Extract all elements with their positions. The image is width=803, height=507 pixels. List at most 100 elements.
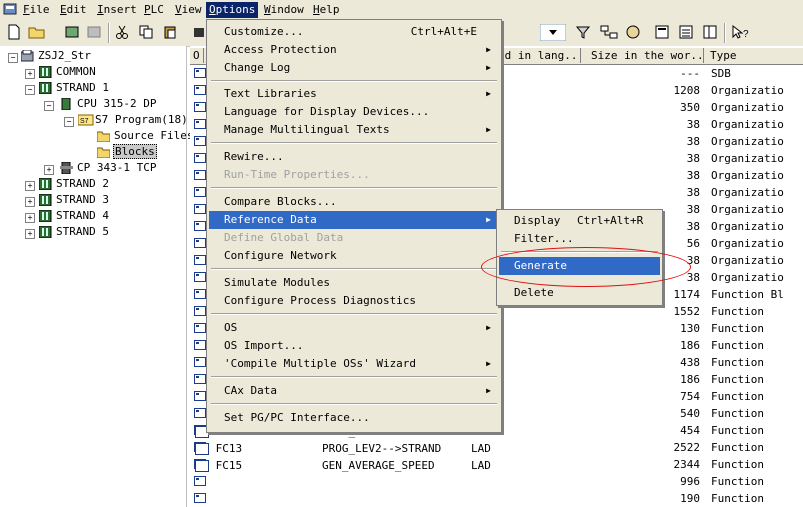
menu-item-reference-data[interactable]: Reference Data ▶ (209, 211, 499, 229)
menu-item-change-log[interactable]: Change Log ▶ (209, 59, 499, 77)
menu-item-os-import[interactable]: OS Import... (209, 337, 499, 355)
row-size: 186 (680, 339, 700, 352)
col-header-object[interactable]: O (190, 48, 204, 63)
annotation-ellipse (481, 247, 691, 287)
table-row[interactable]: FC15 (195, 457, 242, 474)
menu-help[interactable]: Help (310, 2, 343, 18)
expand-toggle[interactable]: + (25, 197, 35, 207)
row-size: 996 (680, 475, 700, 488)
network-view-icon[interactable] (600, 24, 618, 41)
menu-item-rewire[interactable]: Rewire... (209, 148, 499, 166)
submenu-arrow-icon: ▶ (486, 45, 491, 54)
tree-node-strand-1[interactable]: STRAND 1 (38, 80, 110, 96)
open-folder-icon[interactable] (28, 24, 46, 41)
filter-icon[interactable] (575, 24, 593, 41)
expand-toggle[interactable]: + (44, 165, 54, 175)
help-pointer-icon[interactable]: ? (731, 24, 749, 41)
row-type: Organizatio (711, 254, 784, 267)
menu-item-configure-process-diagnostics[interactable]: Configure Process Diagnostics (209, 292, 499, 310)
menu-item-access-protection[interactable]: Access Protection ▶ (209, 41, 499, 59)
collapse-toggle[interactable]: − (8, 53, 18, 63)
row-language: LAD (471, 442, 491, 455)
row-type: Organizatio (711, 135, 784, 148)
row-symbol: PROG_LEV2-->STRAND (322, 442, 442, 455)
tree-node-common[interactable]: COMMON (38, 64, 97, 80)
row-type: Organizatio (711, 169, 784, 182)
menu-item-language-display-devices[interactable]: Language for Display Devices... (209, 103, 499, 121)
row-type: Organizatio (711, 237, 784, 250)
tree-node-source-files[interactable]: Source Files (96, 128, 194, 144)
submenu-item-display[interactable]: Display Ctrl+Alt+R (499, 212, 660, 230)
tree-node-s7-program[interactable]: S7 S7 Program(18) (77, 112, 189, 128)
block-icon (194, 492, 207, 504)
expand-toggle[interactable]: + (25, 213, 35, 223)
tree-node-strand-2[interactable]: STRAND 2 (38, 176, 110, 192)
tree-node-strand-3[interactable]: STRAND 3 (38, 192, 110, 208)
submenu-item-filter[interactable]: Filter... (499, 230, 660, 248)
station-icon (38, 193, 52, 207)
row-size: 438 (680, 356, 700, 369)
collapse-toggle[interactable]: − (25, 85, 35, 95)
menu-item-compile-multiple-os-wizard[interactable]: 'Compile Multiple OSs' Wizard ▶ (209, 355, 499, 373)
menu-item-set-pg-pc-interface[interactable]: Set PG/PC Interface... (209, 409, 499, 427)
tree-node-blocks[interactable]: Blocks (96, 144, 157, 160)
menu-item-text-libraries[interactable]: Text Libraries ▶ (209, 85, 499, 103)
paste-icon[interactable] (162, 24, 180, 41)
menu-item-compare-blocks[interactable]: Compare Blocks... (209, 193, 499, 211)
menu-view[interactable]: View (172, 2, 205, 18)
copy-icon[interactable] (138, 24, 156, 41)
collapse-toggle[interactable]: − (64, 117, 74, 127)
s7-program-icon: S7 (77, 114, 94, 126)
row-type: Organizatio (711, 101, 784, 114)
app-icon[interactable] (0, 2, 20, 18)
menu-item-os[interactable]: OS ▶ (209, 319, 499, 337)
menu-item-simulate-modules[interactable]: Simulate Modules (209, 274, 499, 292)
station-icon (38, 65, 52, 79)
col-header-type[interactable]: Type (707, 48, 803, 63)
row-size: 190 (680, 492, 700, 505)
tree-node-strand-4[interactable]: STRAND 4 (38, 208, 110, 224)
station-icon (38, 225, 52, 239)
row-size: 754 (680, 390, 700, 403)
col-header-size[interactable]: Size in the wor... (588, 48, 704, 63)
submenu-arrow-icon: ▶ (486, 89, 491, 98)
menu-item-cax-data[interactable]: CAx Data ▶ (209, 382, 499, 400)
large-icons-icon[interactable] (654, 24, 672, 41)
row-type: Function (711, 407, 764, 420)
menu-item-manage-multilingual-texts[interactable]: Manage Multilingual Texts ▶ (209, 121, 499, 139)
submenu-arrow-icon: ▶ (486, 215, 491, 224)
collapse-toggle[interactable]: − (44, 101, 54, 111)
cut-icon[interactable] (114, 24, 132, 41)
row-type: Organizatio (711, 118, 784, 131)
submenu-arrow-icon: ▶ (486, 386, 491, 395)
menu-window[interactable]: Window (261, 2, 307, 18)
simulation-icon[interactable] (624, 24, 642, 41)
col-header-language[interactable]: ed in lang... (495, 48, 581, 63)
tree-root[interactable]: ZSJ2_Str (20, 48, 92, 64)
menu-edit[interactable]: Edit (57, 2, 90, 18)
menu-options[interactable]: Options (206, 2, 259, 18)
tree-node-strand-5[interactable]: STRAND 5 (38, 224, 110, 240)
details-view-icon[interactable] (702, 24, 720, 41)
new-file-icon[interactable] (6, 24, 24, 41)
menu-file[interactable]: File (20, 2, 53, 18)
tree-node-cpu[interactable]: CPU 315-2 DP (60, 96, 157, 112)
menu-item-configure-network[interactable]: Configure Network (209, 247, 499, 265)
table-row[interactable]: FC13 (195, 440, 242, 457)
row-type: Function (711, 373, 764, 386)
row-size: 454 (680, 424, 700, 437)
expand-toggle[interactable]: + (25, 69, 35, 79)
memory-card-icon[interactable] (86, 24, 104, 41)
menu-insert[interactable]: Insert (94, 2, 140, 18)
tree-node-cp[interactable]: CP 343-1 TCP (60, 160, 157, 176)
filter-dropdown[interactable] (539, 23, 567, 42)
expand-toggle[interactable]: + (25, 229, 35, 239)
menu-plc[interactable]: PLC (141, 2, 167, 18)
menu-item-customize[interactable]: Customize... Ctrl+Alt+E (209, 23, 499, 41)
expand-toggle[interactable]: + (25, 181, 35, 191)
submenu-arrow-icon: ▶ (486, 359, 491, 368)
accessible-nodes-icon[interactable] (64, 24, 82, 41)
list-view-icon[interactable] (678, 24, 696, 41)
row-type: Organizatio (711, 186, 784, 199)
row-size: 2344 (673, 458, 701, 471)
